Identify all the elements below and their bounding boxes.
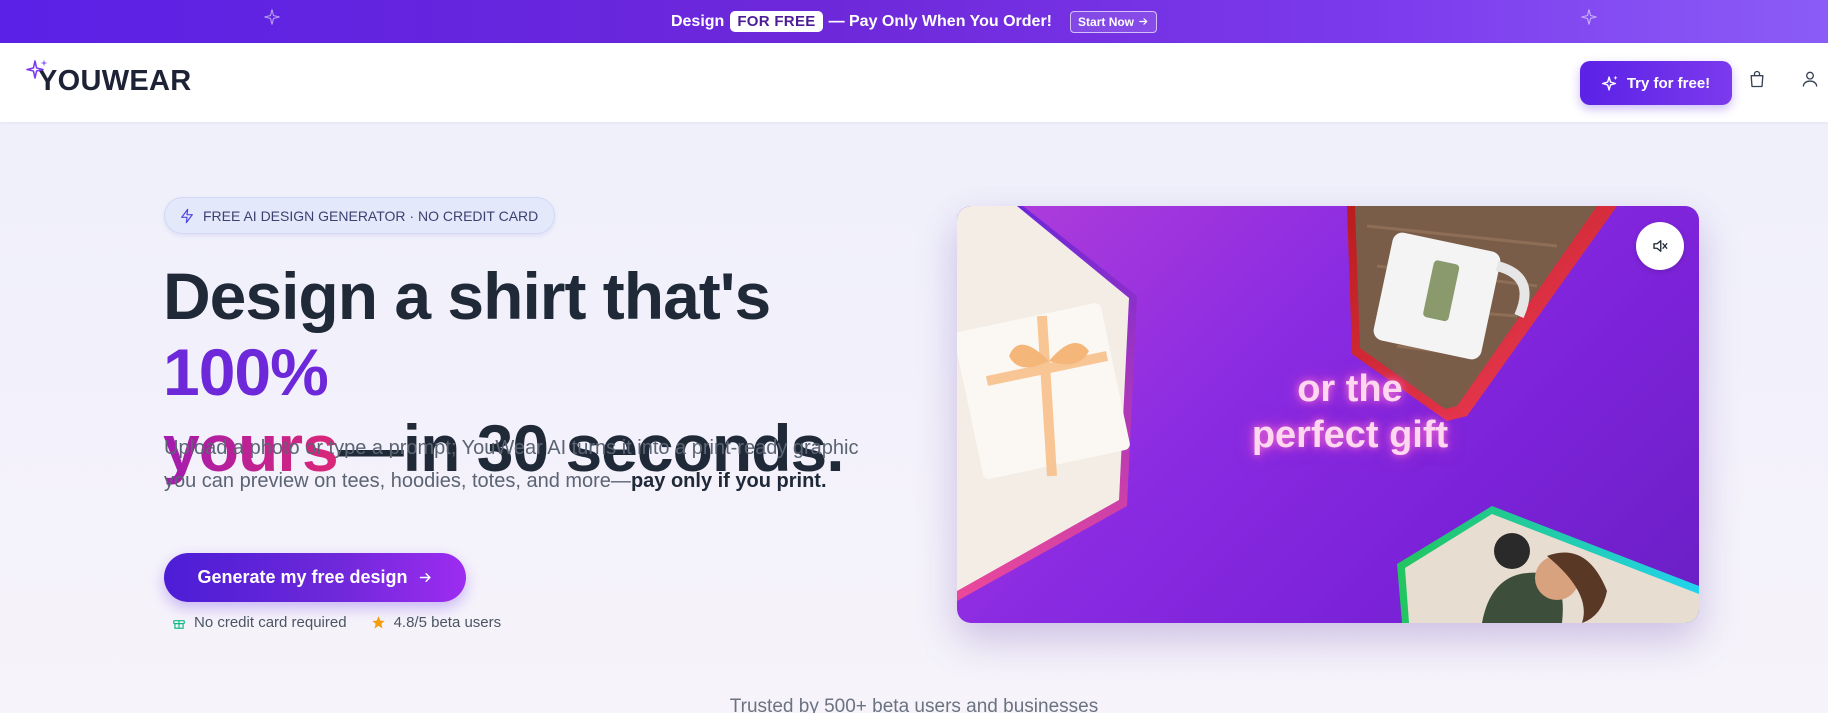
promo-bar: Design FOR FREE — Pay Only When You Orde… xyxy=(0,0,1828,43)
hero-pill-badge: FREE AI DESIGN GENERATOR · NO CREDIT CAR… xyxy=(164,197,556,234)
start-now-button[interactable]: Start Now xyxy=(1070,10,1158,33)
trust-no-credit-card: No credit card required xyxy=(172,614,347,631)
logo[interactable]: YOUWEAR xyxy=(26,59,192,98)
try-for-free-button[interactable]: Try for free! xyxy=(1580,61,1732,105)
sparkle-icon xyxy=(1601,75,1618,91)
promo-badge: FOR FREE xyxy=(730,11,823,32)
trust-rating: 4.8/5 beta users xyxy=(371,614,502,631)
site-header: YOUWEAR Try for free! xyxy=(0,43,1828,122)
subtext-bold: pay only if you print. xyxy=(630,470,827,492)
promo-prefix: Design xyxy=(670,12,725,30)
sparkle-icon xyxy=(264,9,280,25)
video-caption-line2: perfect gift xyxy=(1251,414,1449,456)
hug-head-dark xyxy=(1494,533,1530,569)
sparkle-logo-icon xyxy=(26,59,48,79)
trust-no-credit-card-label: No credit card required xyxy=(194,614,347,631)
hero-pill-label: FREE AI DESIGN GENERATOR · NO CREDIT CAR… xyxy=(203,207,539,224)
headline-highlight-percent: 100% xyxy=(163,335,329,409)
trusted-by-text: Trusted by 500+ beta users and businesse… xyxy=(729,696,1099,713)
arrow-right-icon xyxy=(419,573,431,582)
headline-part1: Design a shirt that's xyxy=(163,259,771,333)
promo-suffix: — Pay Only When You Order! xyxy=(828,12,1053,30)
try-for-free-label: Try for free! xyxy=(1626,74,1711,92)
shopping-bag-icon[interactable] xyxy=(1747,69,1767,89)
mute-button[interactable] xyxy=(1636,222,1684,270)
trust-rating-label: 4.8/5 beta users xyxy=(393,614,502,631)
video-caption: or the perfect gift xyxy=(1225,366,1475,458)
promo-text: Design FOR FREE — Pay Only When You Orde… xyxy=(670,10,1158,33)
start-now-label: Start Now xyxy=(1078,14,1135,29)
hero-video[interactable]: or the perfect gift xyxy=(957,206,1699,623)
arrow-right-icon xyxy=(1139,18,1148,25)
generate-design-label: Generate my free design xyxy=(197,567,408,587)
logo-text: YOUWEAR xyxy=(38,65,192,97)
user-icon[interactable] xyxy=(1800,69,1820,89)
video-caption-line1: or the xyxy=(1297,368,1403,410)
star-icon xyxy=(371,616,385,629)
volume-mute-icon xyxy=(1653,240,1668,252)
generate-design-button[interactable]: Generate my free design xyxy=(164,553,466,602)
hero-subtext: Upload a photo or type a prompt; YouWear… xyxy=(164,432,864,498)
gift-icon xyxy=(173,619,185,629)
lightning-icon xyxy=(181,208,193,223)
hero-trust-row: No credit card required 4.8/5 beta users xyxy=(172,614,525,631)
sparkle-icon xyxy=(1581,9,1597,25)
